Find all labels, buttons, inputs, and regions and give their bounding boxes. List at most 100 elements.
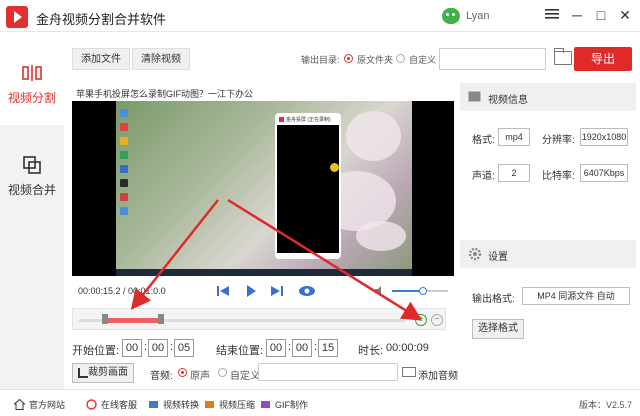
minimize-button[interactable]: ─ bbox=[568, 6, 586, 24]
folder-icon[interactable] bbox=[554, 48, 572, 65]
gear-icon bbox=[468, 247, 482, 261]
volume-slider[interactable] bbox=[392, 287, 448, 295]
sidebar-item-split[interactable]: 视频分割 bbox=[0, 33, 64, 125]
flower-blob bbox=[356, 221, 406, 251]
desktop-icon bbox=[120, 179, 128, 187]
previous-frame-icon[interactable] bbox=[216, 284, 230, 298]
video-title: 苹果手机投屏怎么录制GIF动图？一江下办公 bbox=[76, 89, 253, 99]
user-area[interactable]: Lyan bbox=[442, 7, 489, 25]
preview-eye-icon[interactable] bbox=[298, 284, 316, 298]
desktop-icon bbox=[120, 165, 128, 173]
trim-timeline[interactable]: + − bbox=[72, 308, 446, 330]
start-minutes-input[interactable]: 00 bbox=[148, 339, 168, 357]
desktop-icon bbox=[120, 151, 128, 159]
gif-label: GIF制作 bbox=[275, 400, 308, 410]
desktop-icon bbox=[120, 109, 128, 117]
toolbar: 添加文件 清除视频 输出目录: 原文件夹 自定义 导出 bbox=[64, 33, 640, 83]
volume-icon[interactable] bbox=[374, 285, 386, 297]
bitrate-label: 比特率: bbox=[542, 171, 575, 182]
video-preview[interactable]: 金舟投屏 (正在录制) bbox=[72, 101, 454, 276]
audio-original-label: 原声 bbox=[190, 371, 210, 382]
merge-icon bbox=[23, 156, 41, 174]
audio-row: 裁剪画面 音频: 原声 自定义 添加音频 bbox=[72, 363, 458, 385]
sidebar-item-label: 视频分割 bbox=[7, 91, 56, 105]
end-seconds-input[interactable]: 15 bbox=[318, 339, 338, 357]
split-icon bbox=[22, 65, 42, 81]
volume-knob[interactable] bbox=[418, 287, 427, 295]
maximize-button[interactable]: □ bbox=[592, 6, 610, 24]
zoom-in-button[interactable]: + bbox=[415, 314, 427, 326]
zoom-out-button[interactable]: − bbox=[431, 314, 443, 326]
end-hours-input[interactable]: 00 bbox=[266, 339, 286, 357]
audio-custom-label: 自定义 bbox=[230, 371, 260, 382]
output-path-input[interactable] bbox=[439, 48, 546, 70]
export-button[interactable]: 导出 bbox=[574, 47, 632, 71]
end-position-label: 结束位置: bbox=[216, 345, 264, 357]
support-label: 在线客服 bbox=[101, 400, 138, 410]
format-value: mp4 bbox=[498, 128, 530, 146]
playback-time: 00:00:15.2 / 00:01:0.0 bbox=[78, 286, 166, 296]
desktop-icon bbox=[120, 193, 128, 201]
channel-label: 声道: bbox=[472, 171, 495, 182]
user-name: Lyan bbox=[466, 10, 490, 22]
editor-area: 苹果手机投屏怎么录制GIF动图？一江下办公 金舟投屏 (正在录制) 00:00:… bbox=[64, 83, 458, 389]
video-frame: 金舟投屏 (正在录制) bbox=[116, 101, 412, 269]
desktop-icon bbox=[120, 123, 128, 131]
playback-controls: 00:00:15.2 / 00:01:0.0 bbox=[72, 276, 454, 306]
play-icon[interactable] bbox=[244, 284, 258, 298]
trim-start-handle[interactable] bbox=[102, 314, 109, 324]
website-label: 官方网站 bbox=[29, 400, 66, 410]
menu-icon[interactable] bbox=[543, 6, 561, 24]
resolution-label: 分辨率: bbox=[542, 135, 575, 146]
timeline-track[interactable] bbox=[79, 314, 405, 324]
duration-value: 00:00:09 bbox=[386, 342, 429, 354]
support-link[interactable]: 在线客服 bbox=[86, 398, 137, 411]
phone-screen bbox=[277, 125, 339, 253]
output-format-label: 输出格式: bbox=[472, 294, 515, 305]
output-custom-radio[interactable] bbox=[396, 54, 405, 63]
gif-link[interactable]: GIF制作 bbox=[260, 398, 308, 411]
desktop-icon bbox=[120, 207, 128, 215]
video-info-header: 视频信息 bbox=[460, 83, 636, 111]
convert-icon bbox=[149, 401, 158, 408]
output-custom-label: 自定义 bbox=[409, 55, 437, 65]
cursor-dot bbox=[330, 163, 339, 172]
compress-icon bbox=[205, 401, 214, 408]
flower-blob bbox=[346, 111, 401, 161]
format-label: 格式: bbox=[472, 135, 495, 146]
channel-value: 2 bbox=[498, 164, 530, 182]
choose-format-button[interactable]: 选择格式 bbox=[472, 319, 524, 339]
home-icon bbox=[14, 399, 25, 410]
wechat-icon bbox=[442, 8, 460, 24]
add-file-button[interactable]: 添加文件 bbox=[72, 48, 130, 70]
close-button[interactable]: ✕ bbox=[616, 6, 634, 24]
start-seconds-input[interactable]: 05 bbox=[174, 339, 194, 357]
desktop-taskbar bbox=[116, 269, 412, 276]
clear-video-button[interactable]: 清除视频 bbox=[132, 48, 190, 70]
video-icon bbox=[468, 91, 481, 102]
desktop-icon bbox=[120, 137, 128, 145]
audio-path-input[interactable] bbox=[258, 363, 398, 381]
next-frame-icon[interactable] bbox=[270, 284, 284, 298]
convert-link[interactable]: 视频转换 bbox=[148, 398, 199, 411]
output-format-value[interactable]: MP4 同源文件 自动 bbox=[522, 287, 630, 305]
phone-mirror-window: 金舟投屏 (正在录制) bbox=[275, 113, 341, 259]
output-source-radio[interactable] bbox=[344, 54, 353, 63]
app-title: 金舟视频分割合并软件 bbox=[36, 12, 167, 27]
audio-original-radio[interactable] bbox=[178, 368, 187, 377]
end-minutes-input[interactable]: 00 bbox=[292, 339, 312, 357]
right-panel: 视频信息 格式: mp4 分辨率: 1920x1080 声道: 2 比特率: 6… bbox=[460, 83, 636, 389]
start-hours-input[interactable]: 00 bbox=[122, 339, 142, 357]
convert-label: 视频转换 bbox=[163, 400, 200, 410]
compress-link[interactable]: 视频压缩 bbox=[204, 398, 255, 411]
audio-custom-radio[interactable] bbox=[218, 368, 227, 377]
gif-icon bbox=[261, 401, 270, 408]
trim-end-handle[interactable] bbox=[157, 314, 164, 324]
website-link[interactable]: 官方网站 bbox=[14, 398, 65, 411]
add-audio-button[interactable]: 添加音频 bbox=[418, 367, 458, 382]
sidebar-item-label: 视频合并 bbox=[7, 183, 56, 197]
sidebar-item-merge[interactable]: 视频合并 bbox=[0, 125, 64, 217]
headset-icon bbox=[86, 399, 97, 410]
folder-icon[interactable] bbox=[402, 367, 416, 377]
crop-frame-button[interactable]: 裁剪画面 bbox=[72, 363, 134, 383]
